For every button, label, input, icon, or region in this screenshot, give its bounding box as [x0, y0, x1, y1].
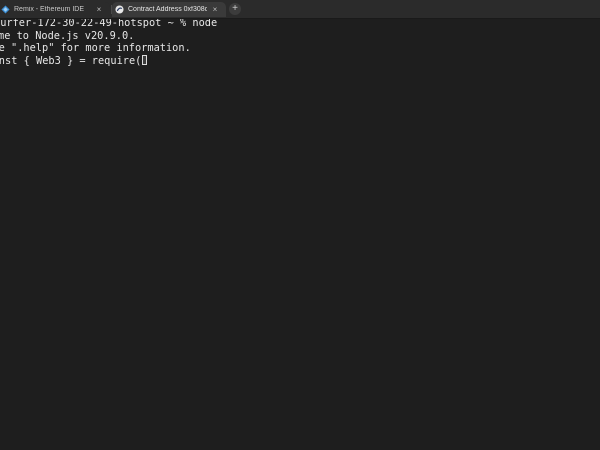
terminal-input-line[interactable]: > const { Web3 } = require( — [0, 54, 148, 68]
tab-title: Remix - Ethereum IDE — [14, 6, 85, 13]
terminal-output-line: Welcome to Node.js v20.9.0. — [0, 29, 135, 42]
text-cursor — [142, 54, 148, 65]
terminal-prompt-line: surfer-172-30-22-49-hotspot ~ % node — [0, 19, 218, 29]
browser-tab-bar: Remix - Ethereum IDE × Contract Address … — [0, 0, 600, 19]
new-tab-button[interactable]: + — [229, 3, 241, 15]
tab-title: Contract Address 0xf308cd — [128, 6, 207, 13]
tab-remix-ethereum-ide[interactable]: Remix - Ethereum IDE × — [0, 2, 110, 17]
terminal-window[interactable]: surfer-172-30-22-49-hotspot ~ % node Wel… — [0, 19, 600, 450]
tab-contract-address[interactable]: Contract Address 0xf308cd × — [112, 2, 226, 17]
close-tab-icon[interactable]: × — [210, 5, 220, 14]
etherscan-logo-icon — [115, 5, 124, 14]
terminal-output-line: Type ".help" for more information. — [0, 42, 191, 54]
screen: Remix - Ethereum IDE × Contract Address … — [0, 0, 600, 450]
close-tab-icon[interactable]: × — [94, 5, 104, 14]
remix-logo-icon — [1, 5, 10, 14]
terminal-input-text: > const { Web3 } = require( — [0, 54, 142, 67]
